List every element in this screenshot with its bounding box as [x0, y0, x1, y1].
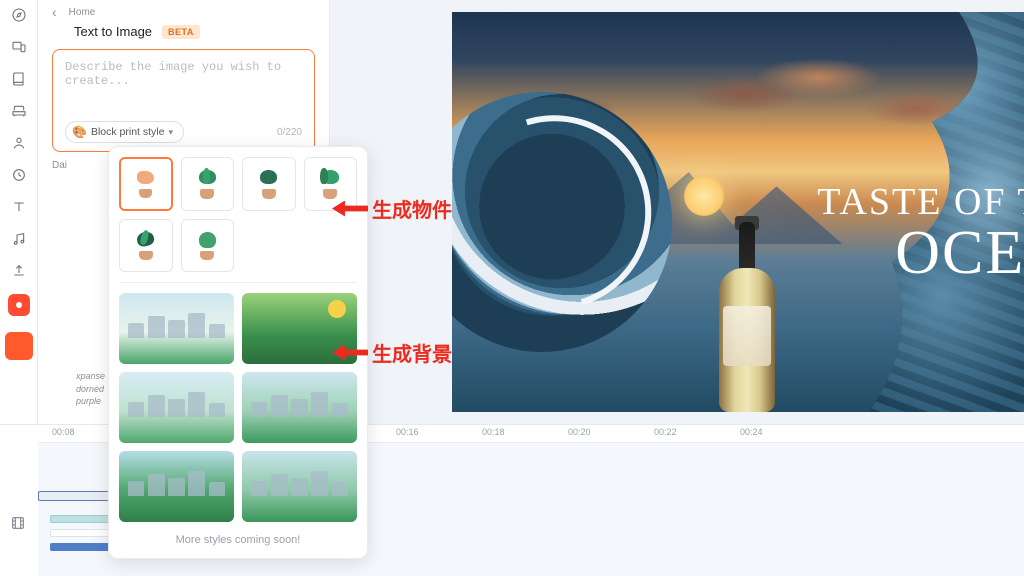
canvas-bottle	[712, 222, 782, 412]
palette-icon: 🎨	[72, 125, 87, 139]
annotation-background-label: 生成背景	[372, 338, 452, 367]
style-thumb-plant-1[interactable]	[119, 157, 173, 211]
book-icon[interactable]	[10, 70, 28, 88]
style-selector-label: Block print style	[91, 126, 165, 138]
style-thumb-bg-5[interactable]	[119, 451, 234, 522]
record-icon-wrap[interactable]	[8, 294, 30, 316]
ruler-tick: 00:24	[740, 427, 763, 437]
ruler-tick: 00:08	[52, 427, 75, 437]
style-selector[interactable]: 🎨 Block print style ▾	[65, 121, 184, 143]
ai-image-icon[interactable]	[5, 332, 33, 360]
canvas-sun	[684, 176, 724, 216]
furniture-icon[interactable]	[10, 102, 28, 120]
arrow-left-icon	[332, 201, 368, 217]
more-styles-label: More styles coming soon!	[119, 528, 357, 548]
panel-title-row: Text to Image BETA	[74, 24, 315, 39]
hidden-caption-fragment: xpanse dorned purple	[76, 370, 110, 408]
annotation-background: 生成背景	[332, 338, 452, 367]
style-thumb-plant-2[interactable]	[181, 157, 235, 211]
prompt-card: 🎨 Block print style ▾ 0/220	[52, 49, 315, 152]
devices-icon[interactable]	[10, 38, 28, 56]
compass-icon[interactable]	[10, 6, 28, 24]
canvas-preview[interactable]: TASTE OF TH OCEA	[452, 12, 1024, 412]
style-thumb-plant-3[interactable]	[242, 157, 296, 211]
style-thumb-plant-6[interactable]	[181, 219, 235, 273]
background-style-grid	[119, 293, 357, 522]
annotation-objects-label: 生成物件	[372, 194, 452, 223]
style-thumb-bg-3[interactable]	[119, 372, 234, 443]
breadcrumb-back[interactable]: ‹	[52, 4, 57, 20]
ruler-tick: 00:16	[396, 427, 419, 437]
style-thumb-bg-6[interactable]	[242, 451, 357, 522]
canvas-hero-text: TASTE OF TH OCEA	[817, 180, 1024, 289]
hero-line-2: OCEA	[817, 218, 1024, 289]
breadcrumb: ‹ Home	[52, 4, 315, 20]
style-thumb-bg-1[interactable]	[119, 293, 234, 364]
arrow-left-icon	[332, 345, 368, 361]
person-icon[interactable]	[10, 134, 28, 152]
filmstrip-icon[interactable]	[10, 515, 26, 536]
style-thumb-plant-5[interactable]	[119, 219, 173, 273]
panel-title: Text to Image	[74, 24, 152, 39]
style-thumb-bg-4[interactable]	[242, 372, 357, 443]
annotation-objects: 生成物件	[332, 194, 452, 223]
upload-icon[interactable]	[10, 262, 28, 280]
ruler-tick: 00:18	[482, 427, 505, 437]
music-icon[interactable]	[10, 230, 28, 248]
chevron-down-icon: ▾	[168, 127, 173, 138]
beta-badge: BETA	[162, 25, 200, 39]
divider	[119, 282, 357, 283]
char-count: 0/220	[277, 127, 302, 138]
clock-icon[interactable]	[10, 166, 28, 184]
ruler-tick: 00:22	[654, 427, 677, 437]
prompt-input[interactable]	[65, 60, 302, 100]
breadcrumb-home[interactable]: Home	[69, 7, 96, 18]
object-style-grid	[119, 157, 357, 272]
style-dropdown: More styles coming soon!	[108, 146, 368, 559]
ruler-tick: 00:20	[568, 427, 591, 437]
text-icon[interactable]	[10, 198, 28, 216]
